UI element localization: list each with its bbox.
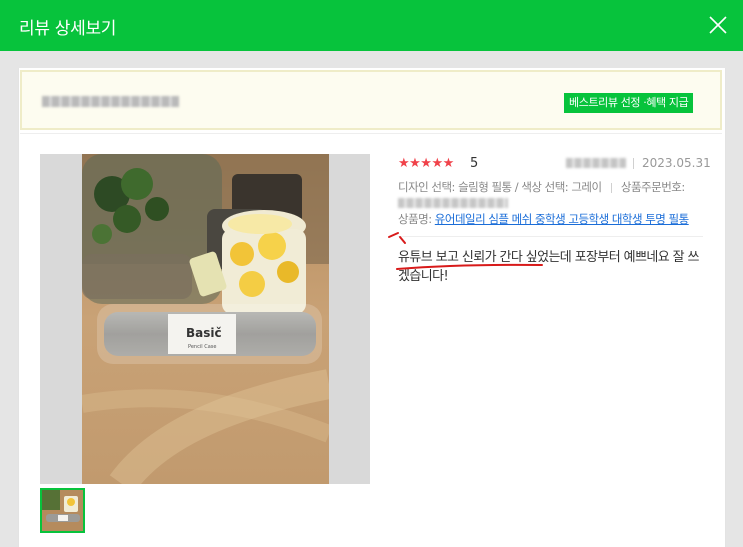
rating-score: 5 xyxy=(470,156,479,171)
svg-text:Basič: Basič xyxy=(186,326,222,340)
option-info: 디자인 선택: 슬림형 필통 / 색상 선택: 그레이 상품주문번호: xyxy=(398,179,703,195)
product-info: 상품명: 유어데일리 심플 메쉬 중학생 고등학생 대학생 투명 필통 xyxy=(398,211,703,227)
blurred-user-id xyxy=(566,158,626,168)
blurred-order-number xyxy=(398,198,508,208)
order-number-label: 상품주문번호: xyxy=(620,180,685,194)
star-rating: ★★★★★ xyxy=(398,156,454,171)
best-review-badge: 베스트리뷰 선정 ·혜택 지급 xyxy=(564,93,694,113)
review-photo[interactable]: Basič Pencil Case xyxy=(82,154,329,484)
product-label: 상품명: xyxy=(398,212,432,226)
option-selection: 디자인 선택: 슬림형 필통 / 색상 선택: 그레이 xyxy=(398,180,602,194)
separator xyxy=(610,182,612,193)
divider xyxy=(20,133,722,134)
blurred-reviewer-info xyxy=(42,96,179,107)
modal-title: 리뷰 상세보기 xyxy=(19,19,117,39)
review-text: 유튜브 보고 신뢰가 간다 싶었는데 포장부터 예쁘네요 잘 쓰겠습니다! xyxy=(398,250,700,284)
separator xyxy=(633,158,634,169)
review-date: 2023.05.31 xyxy=(642,156,711,170)
photo-thumbnail[interactable] xyxy=(40,488,85,533)
close-icon[interactable] xyxy=(707,14,729,36)
product-link[interactable]: 유어데일리 심플 메쉬 중학생 고등학생 대학생 투명 필통 xyxy=(435,212,689,226)
svg-text:Pencil Case: Pencil Case xyxy=(188,344,216,350)
divider xyxy=(398,236,703,237)
best-review-banner: 베스트리뷰 선정 ·혜택 지급 xyxy=(20,70,722,130)
modal-header: 리뷰 상세보기 xyxy=(0,0,743,51)
